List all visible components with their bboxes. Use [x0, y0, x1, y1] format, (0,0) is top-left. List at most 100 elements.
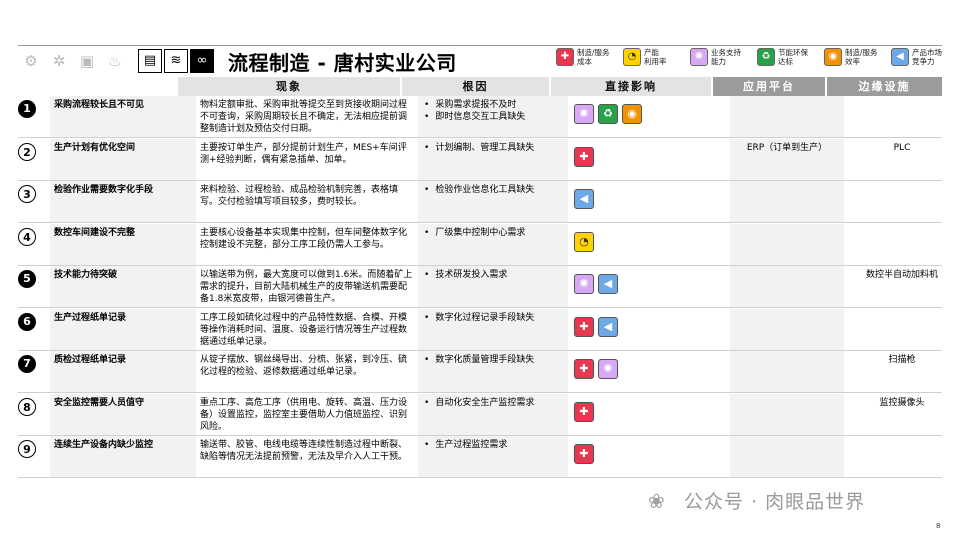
platform-cell: [730, 393, 844, 436]
platform-cell: [730, 223, 844, 266]
table-row: 7 质检过程纸单记录 从锭子摆放、钢丝绳导出、分梳、张紧，到冷压、硫化过程的检验、返…: [18, 351, 942, 393]
cause-cell: 数字化过程记录手段缺失: [418, 308, 568, 351]
cost-icon: ✚: [556, 48, 574, 66]
factory-icon[interactable]: ▤: [138, 49, 162, 73]
cause-item: 数字化过程记录手段缺失: [424, 312, 568, 324]
impact-cell: ◔: [568, 224, 730, 266]
equipment-cell: [844, 309, 960, 351]
legend-label: 产品市场 竞争力: [912, 48, 942, 66]
cause-cell: 自动化安全生产监控需求: [418, 393, 568, 436]
row-number: 5: [18, 270, 36, 288]
table-row: 2 生产计划有优化空间 主要按订单生产，部分提前计划生产，MES+车间评测+经验判断…: [18, 138, 942, 181]
watermark-text: 公众号 · 肉眼品世界: [684, 491, 866, 513]
eco-icon: ♻: [757, 48, 775, 66]
row-divider: [18, 477, 942, 478]
legend-label: 制造/服务 成本: [577, 48, 610, 66]
issue-name: 技术能力待突破: [50, 266, 196, 308]
issue-name: 质检过程纸单记录: [50, 351, 196, 393]
industry-icon-group: ▤ ≋ ∞: [138, 49, 214, 73]
chain-icon[interactable]: ∞: [190, 49, 214, 73]
platform-cell: [730, 266, 844, 308]
equipment-cell: [844, 181, 960, 223]
table-row: 6 生产过程纸单记录 工序工段如硫化过程中的产品特性数据、合模、开模等操作消耗时间、…: [18, 308, 942, 351]
impact-cell: ✚ ✺: [568, 351, 730, 393]
page-number: 8: [936, 522, 941, 530]
flame-icon[interactable]: ♨: [104, 50, 126, 72]
phenomenon-text: 主要核心设备基本实现集中控制，但车间整体数字化控制建设不完整，部分工序工段仍需人…: [200, 227, 408, 250]
col-header-platform: 应用平台: [713, 77, 825, 96]
robot-arm-icon[interactable]: ⚙: [20, 50, 42, 72]
competitiveness-icon: ◀: [891, 48, 909, 66]
equipment-cell: 监控摄像头: [879, 397, 925, 408]
row-number: 6: [18, 312, 36, 331]
impact-cell: ◀: [568, 181, 730, 223]
issue-name: 安全监控需要人员值守: [50, 393, 196, 436]
phenomenon-text: 输送带、胶管、电线电缆等连续性制造过程中断裂、缺陷等情况无法提前预警，无法及早介…: [200, 440, 408, 462]
phenomenon-text: 主要按订单生产，部分提前计划生产，MES+车间评测+经验判断，偶有紧急插单、加单…: [200, 142, 407, 165]
platform-cell: [730, 436, 844, 478]
impact-legend: ✚ 制造/服务 成本 ◔ 产能 利用率 ✺ 业务支持 能力 ♻ 节能环保 达标 ◉ 制造/服务 效…: [556, 48, 958, 66]
competitiveness-icon: ◀: [598, 274, 618, 294]
capacity-icon: ◔: [623, 48, 641, 66]
cause-item: 采购需求提报不及时: [424, 99, 568, 111]
row-number: 7: [18, 355, 36, 373]
table-row: 8 安全监控需要人员值守 重点工序、高危工序（供用电、旋转、高温、压力设备）设置监控…: [18, 393, 942, 436]
cost-icon: ✚: [574, 401, 594, 422]
impact-cell: ✚: [568, 436, 730, 478]
row-number: 3: [18, 185, 36, 203]
col-header-phenomenon: 现象: [178, 77, 400, 96]
row-number: 8: [18, 397, 36, 416]
top-rule: [18, 45, 942, 46]
legend-label: 产能 利用率: [644, 48, 667, 66]
cause-cell: 技术研发投入需求: [418, 266, 568, 308]
cause-item: 自动化安全生产监控需求: [424, 397, 568, 409]
row-number: 4: [18, 227, 36, 246]
waves-icon[interactable]: ≋: [164, 49, 188, 73]
row-number: 2: [18, 142, 36, 161]
legend-item: ✺ 业务支持 能力: [690, 48, 757, 66]
equipment-cell: [844, 436, 960, 478]
legend-item: ◔ 产能 利用率: [623, 48, 690, 66]
cause-cell: 采购需求提报不及时即时信息交互工具缺失: [418, 96, 568, 138]
row-number: 9: [18, 440, 36, 458]
watermark: ❀ 公众号 · 肉眼品世界: [648, 487, 865, 514]
equipment-cell: 数控半自动加料机: [865, 270, 938, 280]
phenomenon-text: 从锭子摆放、钢丝绳导出、分梳、张紧，到冷压、硫化过程的检验、返修数据通过纸单记录…: [200, 355, 408, 377]
cause-item: 数字化质量管理手段缺失: [424, 354, 568, 366]
cost-icon: ✚: [574, 146, 594, 167]
legend-label: 制造/服务 效率: [845, 48, 878, 66]
phenomenon-text: 以输送带为例，最大宽度可以做到1.6米。而随着矿上需求的提升，目前大陆机械生产的…: [200, 270, 413, 304]
support-icon: ✺: [598, 359, 618, 379]
issue-name: 采购流程较长且不可见: [50, 96, 196, 138]
impact-cell: ✺ ◀: [568, 266, 730, 308]
equipment-cell: [844, 96, 960, 138]
cause-item: 检验作业信息化工具缺失: [424, 184, 568, 196]
cost-icon: ✚: [574, 444, 594, 464]
table-row: 1 采购流程较长且不可见 物料定额审批、采购审批等提交至到货接收期间过程不可查询，采…: [18, 96, 942, 138]
machine-icon[interactable]: ▣: [76, 50, 98, 72]
cause-item: 厂级集中控制中心需求: [424, 227, 568, 239]
phenomenon-text: 重点工序、高危工序（供用电、旋转、高温、压力设备）设置监控，监控室主要借助人力值…: [200, 397, 408, 432]
table-row: 4 数控车间建设不完整 主要核心设备基本实现集中控制，但车间整体数字化控制建设不完整…: [18, 223, 942, 266]
competitiveness-icon: ◀: [574, 189, 594, 209]
legend-item: ◉ 制造/服务 效率: [824, 48, 891, 66]
cause-item: 生产过程监控需求: [424, 439, 568, 451]
grey-icon-group: ⚙ ✲ ▣ ♨: [20, 50, 126, 72]
legend-item: ◀ 产品市场 竞争力: [891, 48, 958, 66]
cost-icon: ✚: [574, 316, 594, 337]
issue-name: 生产过程纸单记录: [50, 308, 196, 351]
gears-icon[interactable]: ✲: [48, 50, 70, 72]
equipment-cell: 扫描枪: [888, 355, 916, 365]
impact-cell: ✺ ♻ ◉: [568, 96, 730, 138]
table-row: 3 检验作业需要数字化手段 来料检验、过程检验、成品检验机制完善，表格填写。交付检验…: [18, 181, 942, 223]
legend-label: 业务支持 能力: [711, 48, 741, 66]
support-icon: ✺: [574, 274, 594, 294]
support-icon: ✺: [574, 104, 594, 124]
platform-cell: ERP（订单到生产）: [730, 138, 844, 181]
page-title: 流程制造 - 唐村实业公司: [228, 51, 457, 75]
issue-name: 生产计划有优化空间: [50, 138, 196, 181]
cause-cell: 厂级集中控制中心需求: [418, 223, 568, 266]
impact-cell: ✚: [568, 139, 730, 181]
col-header-equipment: 边缘设施: [827, 77, 942, 96]
support-icon: ✺: [690, 48, 708, 66]
